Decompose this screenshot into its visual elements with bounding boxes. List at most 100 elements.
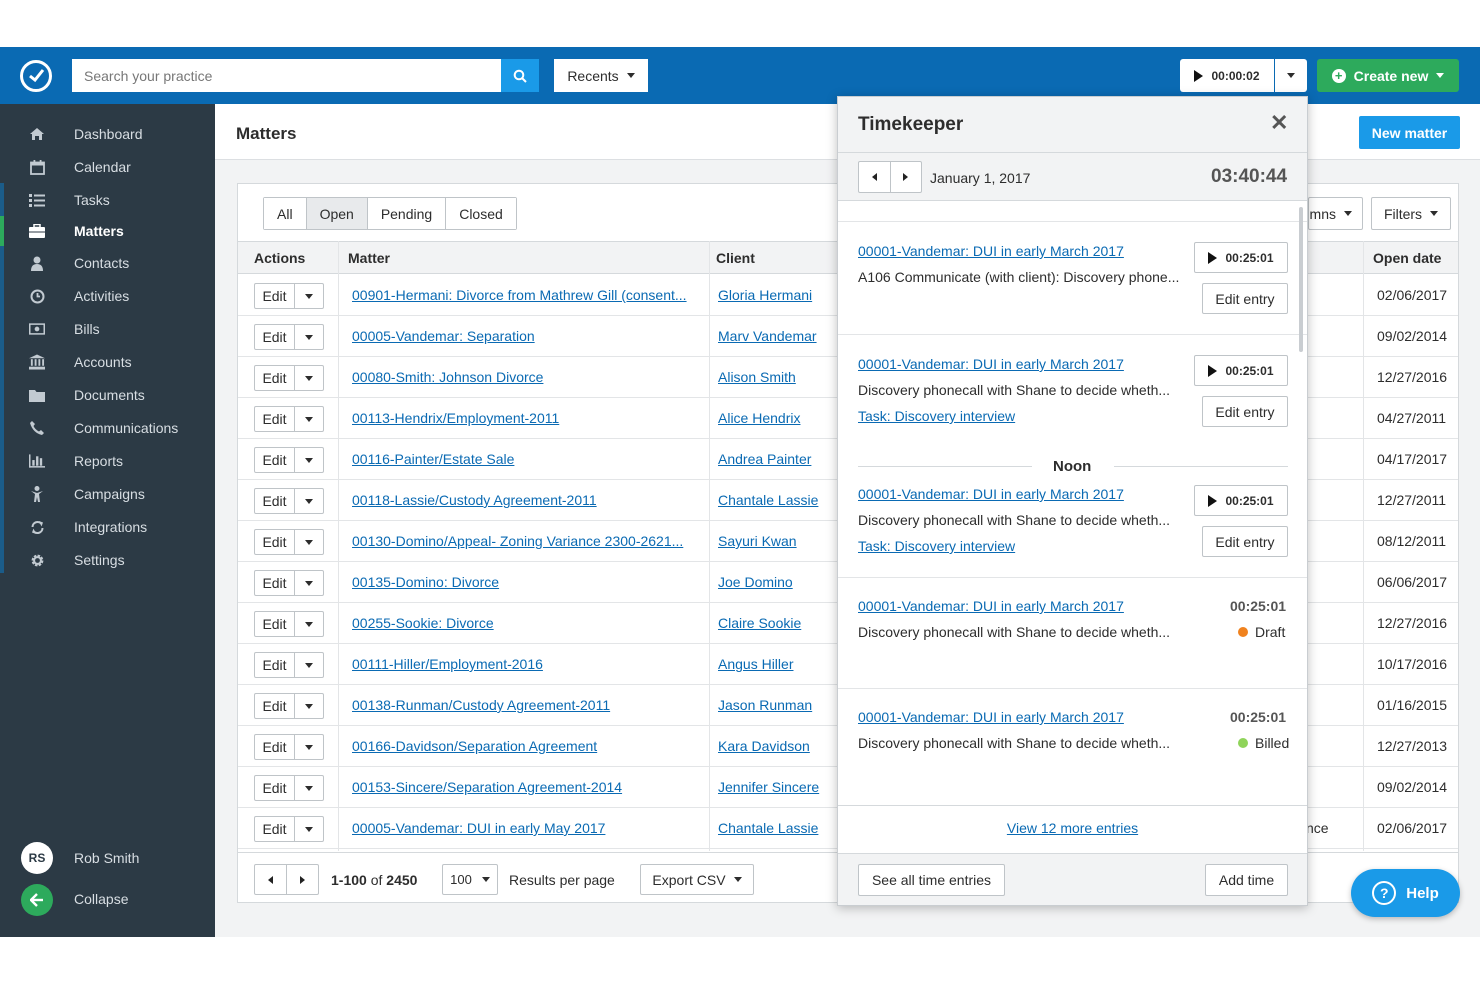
row-actions-dropdown[interactable] xyxy=(295,284,323,308)
search-button[interactable] xyxy=(501,59,539,92)
entry-matter-link[interactable]: 00001-Vandemar: DUI in early March 2017 xyxy=(858,486,1124,502)
view-more-entries-link[interactable]: View 12 more entries xyxy=(838,805,1307,853)
header-matter[interactable]: Matter xyxy=(348,250,390,266)
client-link[interactable]: Alison Smith xyxy=(718,369,796,385)
matter-link[interactable]: 00113-Hendrix/Employment-2011 xyxy=(352,410,559,426)
matter-link[interactable]: 00111-Hiller/Employment-2016 xyxy=(352,656,543,672)
client-link[interactable]: Marv Vandemar xyxy=(718,328,817,344)
row-actions-dropdown[interactable] xyxy=(295,735,323,759)
prev-page-button[interactable] xyxy=(255,865,287,894)
entry-matter-link[interactable]: 00001-Vandemar: DUI in early March 2017 xyxy=(858,356,1124,372)
matter-link[interactable]: 00138-Runman/Custody Agreement-2011 xyxy=(352,697,610,713)
edit-button[interactable]: Edit xyxy=(255,366,295,390)
tab-open[interactable]: Open xyxy=(306,198,368,229)
client-link[interactable]: Joe Domino xyxy=(718,574,793,590)
edit-entry-button[interactable]: Edit entry xyxy=(1202,526,1288,557)
row-actions-dropdown[interactable] xyxy=(295,653,323,677)
entry-task-link[interactable]: Task: Discovery interview xyxy=(858,408,1015,424)
sidebar-item-calendar[interactable]: Calendar xyxy=(0,152,215,182)
timer-button[interactable]: 00:00:02 xyxy=(1180,59,1274,92)
edit-button[interactable]: Edit xyxy=(255,653,295,677)
entry-task-link[interactable]: Task: Discovery interview xyxy=(858,538,1015,554)
scrollbar[interactable] xyxy=(1299,207,1303,352)
edit-entry-button[interactable]: Edit entry xyxy=(1202,396,1288,427)
next-page-button[interactable] xyxy=(287,865,318,894)
client-link[interactable]: Andrea Painter xyxy=(718,451,811,467)
edit-button[interactable]: Edit xyxy=(255,284,295,308)
matter-link[interactable]: 00005-Vandemar: Separation xyxy=(352,328,535,344)
sidebar-item-integrations[interactable]: Integrations xyxy=(0,512,215,542)
tab-all[interactable]: All xyxy=(264,198,307,229)
start-timer-button[interactable]: 00:25:01 xyxy=(1194,242,1288,273)
matter-link[interactable]: 00005-Vandemar: DUI in early May 2017 xyxy=(352,820,605,836)
row-actions-dropdown[interactable] xyxy=(295,530,323,554)
row-actions-dropdown[interactable] xyxy=(295,448,323,472)
edit-button[interactable]: Edit xyxy=(255,448,295,472)
columns-button[interactable]: mns xyxy=(1308,197,1363,230)
client-link[interactable]: Jennifer Sincere xyxy=(718,779,819,795)
sidebar-item-settings[interactable]: Settings xyxy=(0,545,215,575)
per-page-select[interactable]: 100 xyxy=(442,864,498,895)
matter-link[interactable]: 00135-Domino: Divorce xyxy=(352,574,499,590)
matter-link[interactable]: 00080-Smith: Johnson Divorce xyxy=(352,369,543,385)
edit-button[interactable]: Edit xyxy=(255,817,295,841)
edit-button[interactable]: Edit xyxy=(255,530,295,554)
edit-button[interactable]: Edit xyxy=(255,407,295,431)
entry-matter-link[interactable]: 00001-Vandemar: DUI in early March 2017 xyxy=(858,709,1124,725)
matter-link[interactable]: 00901-Hermani: Divorce from Mathrew Gill… xyxy=(352,287,687,303)
matter-link[interactable]: 00153-Sincere/Separation Agreement-2014 xyxy=(352,779,622,795)
row-actions-dropdown[interactable] xyxy=(295,407,323,431)
row-actions-dropdown[interactable] xyxy=(295,694,323,718)
client-link[interactable]: Angus Hiller xyxy=(718,656,793,672)
sidebar-item-tasks[interactable]: Tasks xyxy=(0,185,215,215)
client-link[interactable]: Kara Davidson xyxy=(718,738,810,754)
matter-link[interactable]: 00116-Painter/Estate Sale xyxy=(352,451,514,467)
client-link[interactable]: Sayuri Kwan xyxy=(718,533,797,549)
matter-link[interactable]: 00130-Domino/Appeal- Zoning Variance 230… xyxy=(352,533,683,549)
recents-dropdown[interactable]: Recents xyxy=(554,59,648,92)
help-button[interactable]: ? Help xyxy=(1351,869,1460,917)
timer-dropdown-toggle[interactable] xyxy=(1275,59,1307,92)
collapse-button[interactable] xyxy=(21,884,53,916)
sidebar-item-contacts[interactable]: Contacts xyxy=(0,248,215,278)
matter-link[interactable]: 00118-Lassie/Custody Agreement-2011 xyxy=(352,492,597,508)
sidebar-item-dashboard[interactable]: Dashboard xyxy=(0,119,215,149)
new-matter-button[interactable]: New matter xyxy=(1359,116,1460,149)
tab-pending[interactable]: Pending xyxy=(367,198,447,229)
edit-button[interactable]: Edit xyxy=(255,612,295,636)
clio-logo-icon[interactable] xyxy=(20,60,52,92)
row-actions-dropdown[interactable] xyxy=(295,571,323,595)
sidebar-item-communications[interactable]: Communications xyxy=(0,413,215,443)
sidebar-item-reports[interactable]: Reports xyxy=(0,446,215,476)
edit-button[interactable]: Edit xyxy=(255,694,295,718)
avatar[interactable]: RS xyxy=(21,842,53,874)
client-link[interactable]: Alice Hendrix xyxy=(718,410,800,426)
row-actions-dropdown[interactable] xyxy=(295,325,323,349)
row-actions-dropdown[interactable] xyxy=(295,489,323,513)
time-entry-list[interactable]: 00001-Vandemar: DUI in early March 2017 … xyxy=(838,201,1307,805)
start-timer-button[interactable]: 00:25:01 xyxy=(1194,355,1288,386)
row-actions-dropdown[interactable] xyxy=(295,817,323,841)
export-csv-button[interactable]: Export CSV xyxy=(640,864,754,895)
header-open-date[interactable]: Open date xyxy=(1373,250,1441,266)
tab-closed[interactable]: Closed xyxy=(446,198,516,229)
matter-link[interactable]: 00166-Davidson/Separation Agreement xyxy=(352,738,597,754)
filters-button[interactable]: Filters xyxy=(1371,197,1451,230)
sidebar-item-activities[interactable]: Activities xyxy=(0,281,215,311)
add-time-button[interactable]: Add time xyxy=(1205,864,1288,896)
collapse-label[interactable]: Collapse xyxy=(74,891,128,907)
client-link[interactable]: Chantale Lassie xyxy=(718,492,818,508)
edit-button[interactable]: Edit xyxy=(255,325,295,349)
start-timer-button[interactable]: 00:25:01 xyxy=(1194,485,1288,516)
sidebar-item-bills[interactable]: Bills xyxy=(0,314,215,344)
entry-matter-link[interactable]: 00001-Vandemar: DUI in early March 2017 xyxy=(858,243,1124,259)
row-actions-dropdown[interactable] xyxy=(295,612,323,636)
search-input[interactable] xyxy=(72,59,501,92)
sidebar-item-accounts[interactable]: Accounts xyxy=(0,347,215,377)
client-link[interactable]: Chantale Lassie xyxy=(718,820,818,836)
prev-day-button[interactable] xyxy=(859,162,891,192)
user-name[interactable]: Rob Smith xyxy=(74,850,139,866)
row-actions-dropdown[interactable] xyxy=(295,366,323,390)
header-client[interactable]: Client xyxy=(716,250,755,266)
row-actions-dropdown[interactable] xyxy=(295,776,323,800)
